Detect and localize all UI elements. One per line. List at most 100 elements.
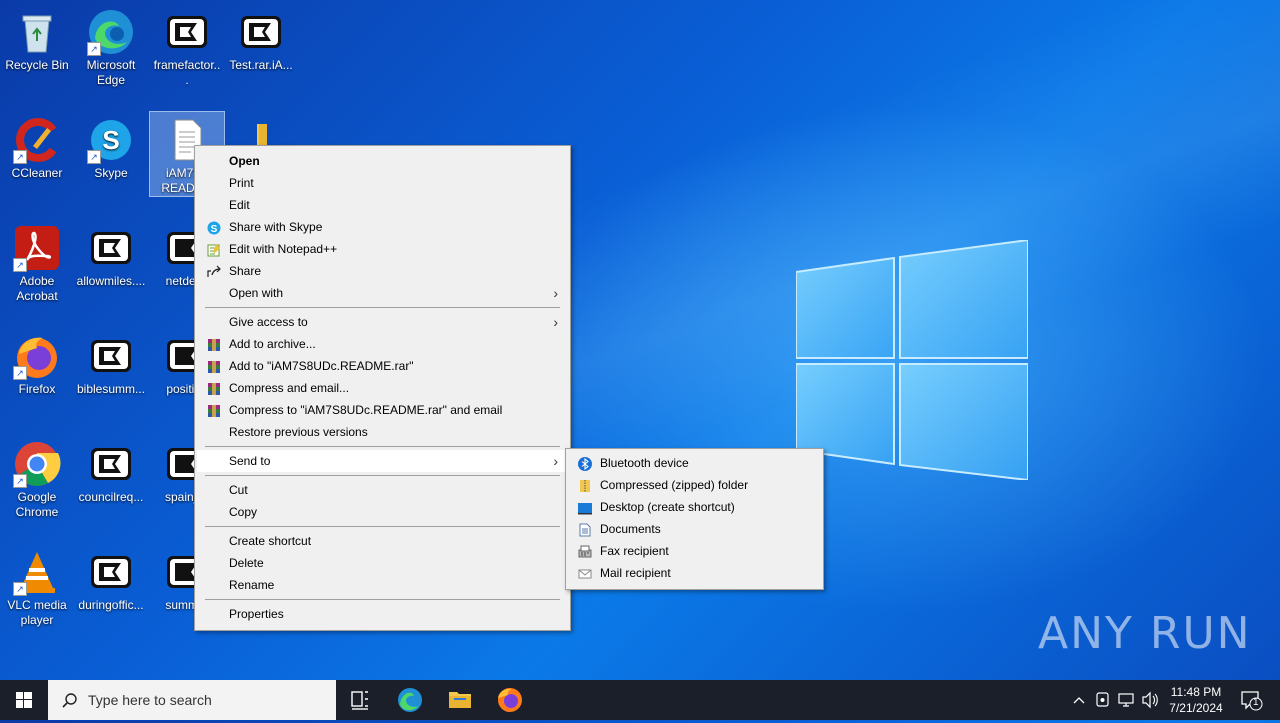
desktop-icon-label: Test.rar.iA... — [229, 58, 293, 72]
show-hidden-icons-button[interactable] — [1068, 680, 1090, 720]
skype-icon: S ↗ — [87, 116, 135, 164]
menu-item-send-to[interactable]: Send to › — [197, 450, 568, 472]
shortcut-arrow-icon: ↗ — [87, 150, 101, 164]
menu-item-edit[interactable]: Edit — [197, 194, 568, 216]
menu-item-open[interactable]: Open — [197, 150, 568, 172]
action-center-button[interactable]: 1 — [1234, 680, 1274, 720]
bandizip-file-icon — [87, 440, 135, 488]
desktop-icon-label: Recycle Bin — [5, 58, 69, 72]
winrar-icon — [207, 403, 221, 417]
folder-icon — [449, 692, 471, 708]
desktop-icon-edge[interactable]: ↗ Microsoft Edge — [74, 4, 148, 88]
desktop-icon-label: VLC media player — [7, 598, 67, 627]
tray-volume-button[interactable] — [1140, 680, 1162, 720]
share-icon — [207, 264, 221, 278]
desktop-icon-councilreq[interactable]: councilreq... — [74, 436, 148, 505]
bandizip-file-icon — [87, 332, 135, 380]
desktop-icon-label: duringoffic... — [78, 598, 144, 612]
desktop-icon-duringoffic[interactable]: duringoffic... — [74, 544, 148, 613]
device-icon — [1096, 692, 1109, 707]
menu-item-share-with-skype[interactable]: S Share with Skype — [197, 216, 568, 238]
menu-item-label: Rename — [229, 578, 275, 592]
menu-separator — [205, 446, 560, 447]
desktop-icon-google-chrome[interactable]: ↗ Google Chrome — [0, 436, 74, 520]
zip-folder-icon — [578, 478, 592, 492]
notification-count-badge: 1 — [1253, 697, 1259, 708]
taskbar-edge-button[interactable] — [386, 680, 434, 720]
fax-icon — [578, 544, 592, 558]
menu-item-compress-to-rar-and-email[interactable]: Compress to "iAM7S8UDc.README.rar" and e… — [197, 399, 568, 421]
menu-item-share[interactable]: Share — [197, 260, 568, 282]
menu-separator — [205, 599, 560, 600]
send-to-compressed-folder[interactable]: Compressed (zipped) folder — [568, 474, 821, 496]
shortcut-arrow-icon: ↗ — [13, 258, 27, 272]
bandizip-file-icon — [163, 8, 211, 56]
winrar-icon — [207, 359, 221, 373]
menu-item-rename[interactable]: Rename — [197, 574, 568, 596]
menu-item-print[interactable]: Print — [197, 172, 568, 194]
menu-item-label: Compress to "iAM7S8UDc.README.rar" and e… — [229, 403, 503, 417]
taskbar-search-box[interactable]: Type here to search — [48, 680, 336, 720]
menu-item-create-shortcut[interactable]: Create shortcut — [197, 530, 568, 552]
menu-separator — [205, 475, 560, 476]
menu-item-add-to-rar[interactable]: Add to "iAM7S8UDc.README.rar" — [197, 355, 568, 377]
taskbar-file-explorer-button[interactable] — [436, 680, 484, 720]
menu-item-restore-previous-versions[interactable]: Restore previous versions — [197, 421, 568, 443]
adobe-acrobat-icon: ↗ — [13, 224, 61, 272]
menu-item-add-to-archive[interactable]: Add to archive... — [197, 333, 568, 355]
menu-item-label: Cut — [229, 483, 248, 497]
firefox-icon — [498, 688, 522, 712]
menu-item-compress-and-email[interactable]: Compress and email... — [197, 377, 568, 399]
send-to-mail-recipient[interactable]: Mail recipient — [568, 562, 821, 584]
send-to-fax-recipient[interactable]: Fax recipient — [568, 540, 821, 562]
desktop-icon-adobe-acrobat[interactable]: ↗ Adobe Acrobat — [0, 220, 74, 304]
desktop-icon-label: Firefox — [18, 382, 56, 396]
desktop-icon-firefox[interactable]: ↗ Firefox — [0, 328, 74, 397]
desktop-icon-ccleaner[interactable]: ↗ CCleaner — [0, 112, 74, 181]
desktop-icon-framefactor[interactable]: framefactor... — [150, 4, 224, 88]
menu-item-label: Delete — [229, 556, 264, 570]
menu-item-label: Restore previous versions — [229, 425, 368, 439]
menu-item-label: Give access to — [229, 315, 308, 329]
desktop-icon-skype[interactable]: S ↗ Skype — [74, 112, 148, 181]
menu-item-label: Edit with Notepad++ — [229, 242, 338, 256]
taskbar-firefox-button[interactable] — [486, 680, 534, 720]
menu-item-label: Print — [229, 176, 254, 190]
search-placeholder: Type here to search — [88, 692, 212, 708]
desktop-icon-recycle-bin[interactable]: Recycle Bin — [0, 4, 74, 73]
menu-separator — [205, 307, 560, 308]
menu-item-label: Properties — [229, 607, 284, 621]
task-view-button[interactable] — [336, 680, 384, 720]
tray-device-button[interactable] — [1092, 680, 1114, 720]
start-button[interactable] — [0, 680, 48, 720]
desktop-icon-vlc[interactable]: ↗ VLC media player — [0, 544, 74, 628]
menu-item-edit-with-notepadpp[interactable]: Edit with Notepad++ — [197, 238, 568, 260]
menu-item-label: Compressed (zipped) folder — [600, 478, 749, 492]
taskbar-clock[interactable]: 11:48 PM 7/21/2024 — [1160, 684, 1232, 716]
recycle-bin-icon — [13, 8, 61, 56]
menu-item-open-with[interactable]: Open with › — [197, 282, 568, 304]
taskbar: Type here to search 11:48 PM 7/21/2024 1 — [0, 680, 1280, 720]
desktop-icon-biblesumm[interactable]: biblesumm... — [74, 328, 148, 397]
send-to-desktop[interactable]: Desktop (create shortcut) — [568, 496, 821, 518]
chevron-up-icon — [1073, 697, 1085, 704]
send-to-bluetooth-device[interactable]: Bluetooth device — [568, 452, 821, 474]
send-to-documents[interactable]: Documents — [568, 518, 821, 540]
desktop-icon-label: biblesumm... — [76, 382, 146, 396]
notepadpp-icon — [207, 242, 221, 257]
menu-item-label: Create shortcut — [229, 534, 312, 548]
shortcut-arrow-icon: ↗ — [13, 150, 27, 164]
menu-item-give-access-to[interactable]: Give access to › — [197, 311, 568, 333]
tray-network-button[interactable] — [1116, 680, 1138, 720]
menu-item-cut[interactable]: Cut — [197, 479, 568, 501]
vlc-icon: ↗ — [13, 548, 61, 596]
desktop-icon-allowmiles[interactable]: allowmiles.... — [74, 220, 148, 289]
menu-item-properties[interactable]: Properties — [197, 603, 568, 625]
menu-item-label: Edit — [229, 198, 250, 212]
desktop-icon-test-rar[interactable]: Test.rar.iA... — [224, 4, 298, 73]
menu-item-copy[interactable]: Copy — [197, 501, 568, 523]
menu-item-delete[interactable]: Delete — [197, 552, 568, 574]
menu-item-label: Desktop (create shortcut) — [600, 500, 735, 514]
send-to-submenu: Bluetooth device Compressed (zipped) fol… — [565, 448, 824, 590]
shortcut-arrow-icon: ↗ — [13, 582, 27, 596]
